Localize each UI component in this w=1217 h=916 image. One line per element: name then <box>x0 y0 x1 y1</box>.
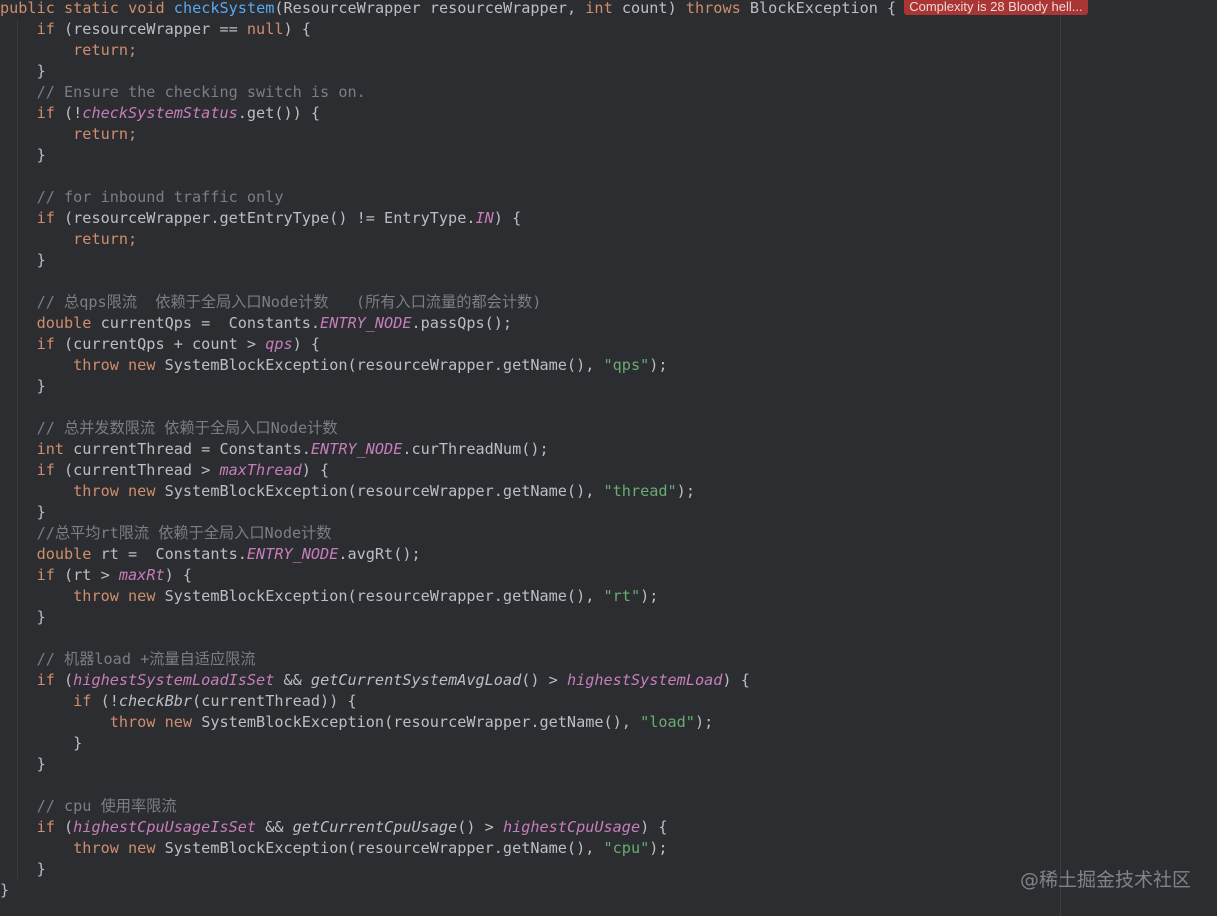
code-line: } <box>73 734 83 752</box>
code-line: if (rt > maxRt) { <box>36 566 193 584</box>
code-line: throw new SystemBlockException(resourceW… <box>109 713 714 731</box>
code-line: } <box>36 62 46 80</box>
code-line: if (highestSystemLoadIsSet && getCurrent… <box>36 671 750 689</box>
code-line: if (currentQps + count > qps) { <box>36 335 321 353</box>
code-line: if (highestCpuUsageIsSet && getCurrentCp… <box>36 818 668 836</box>
code-line: double currentQps = Constants.ENTRY_NODE… <box>36 314 513 332</box>
watermark: @稀土掘金技术社区 <box>1019 869 1191 891</box>
code-block[interactable]: public static void checkSystem(ResourceW… <box>0 0 1088 901</box>
code-line: } <box>36 146 46 164</box>
code-line: // 总qps限流 依赖于全局入口Node计数 (所有入口流量的都会计数) <box>36 293 542 311</box>
code-line: } <box>36 377 46 395</box>
code-line: } <box>36 860 46 878</box>
code-line: return; <box>73 41 138 59</box>
code-line: // Ensure the checking switch is on. <box>36 83 366 101</box>
code-line: throw new SystemBlockException(resourceW… <box>73 356 668 374</box>
code-line: if (currentThread > maxThread) { <box>36 461 330 479</box>
code-line: // cpu 使用率限流 <box>36 797 177 815</box>
code-line: } <box>36 608 46 626</box>
code-line: if (!checkSystemStatus.get()) { <box>36 104 321 122</box>
complexity-badge[interactable]: Complexity is 28 Bloody hell... <box>904 0 1088 15</box>
code-line: throw new SystemBlockException(resourceW… <box>73 839 668 857</box>
code-line: int currentThread = Constants.ENTRY_NODE… <box>36 440 549 458</box>
code-line: } <box>36 503 46 521</box>
code-line: // for inbound traffic only <box>36 188 284 206</box>
code-line: if (!checkBbr(currentThread)) { <box>73 692 357 710</box>
code-line: if (resourceWrapper == null) { <box>36 20 311 38</box>
code-line: return; <box>73 230 138 248</box>
code-line: throw new SystemBlockException(resourceW… <box>73 587 659 605</box>
code-line: if (resourceWrapper.getEntryType() != En… <box>36 209 522 227</box>
code-line: } <box>0 881 10 899</box>
code-line: return; <box>73 125 138 143</box>
code-line: public static void checkSystem(ResourceW… <box>0 0 1088 19</box>
code-editor[interactable]: public static void checkSystem(ResourceW… <box>0 0 1217 916</box>
code-line: } <box>36 755 46 773</box>
code-line: } <box>36 251 46 269</box>
code-line: throw new SystemBlockException(resourceW… <box>73 482 695 500</box>
code-line: // 机器load +流量自适应限流 <box>36 650 256 668</box>
code-line: double rt = Constants.ENTRY_NODE.avgRt()… <box>36 545 421 563</box>
code-line: // 总并发数限流 依赖于全局入口Node计数 <box>36 419 338 437</box>
code-line: //总平均rt限流 依赖于全局入口Node计数 <box>36 524 332 542</box>
